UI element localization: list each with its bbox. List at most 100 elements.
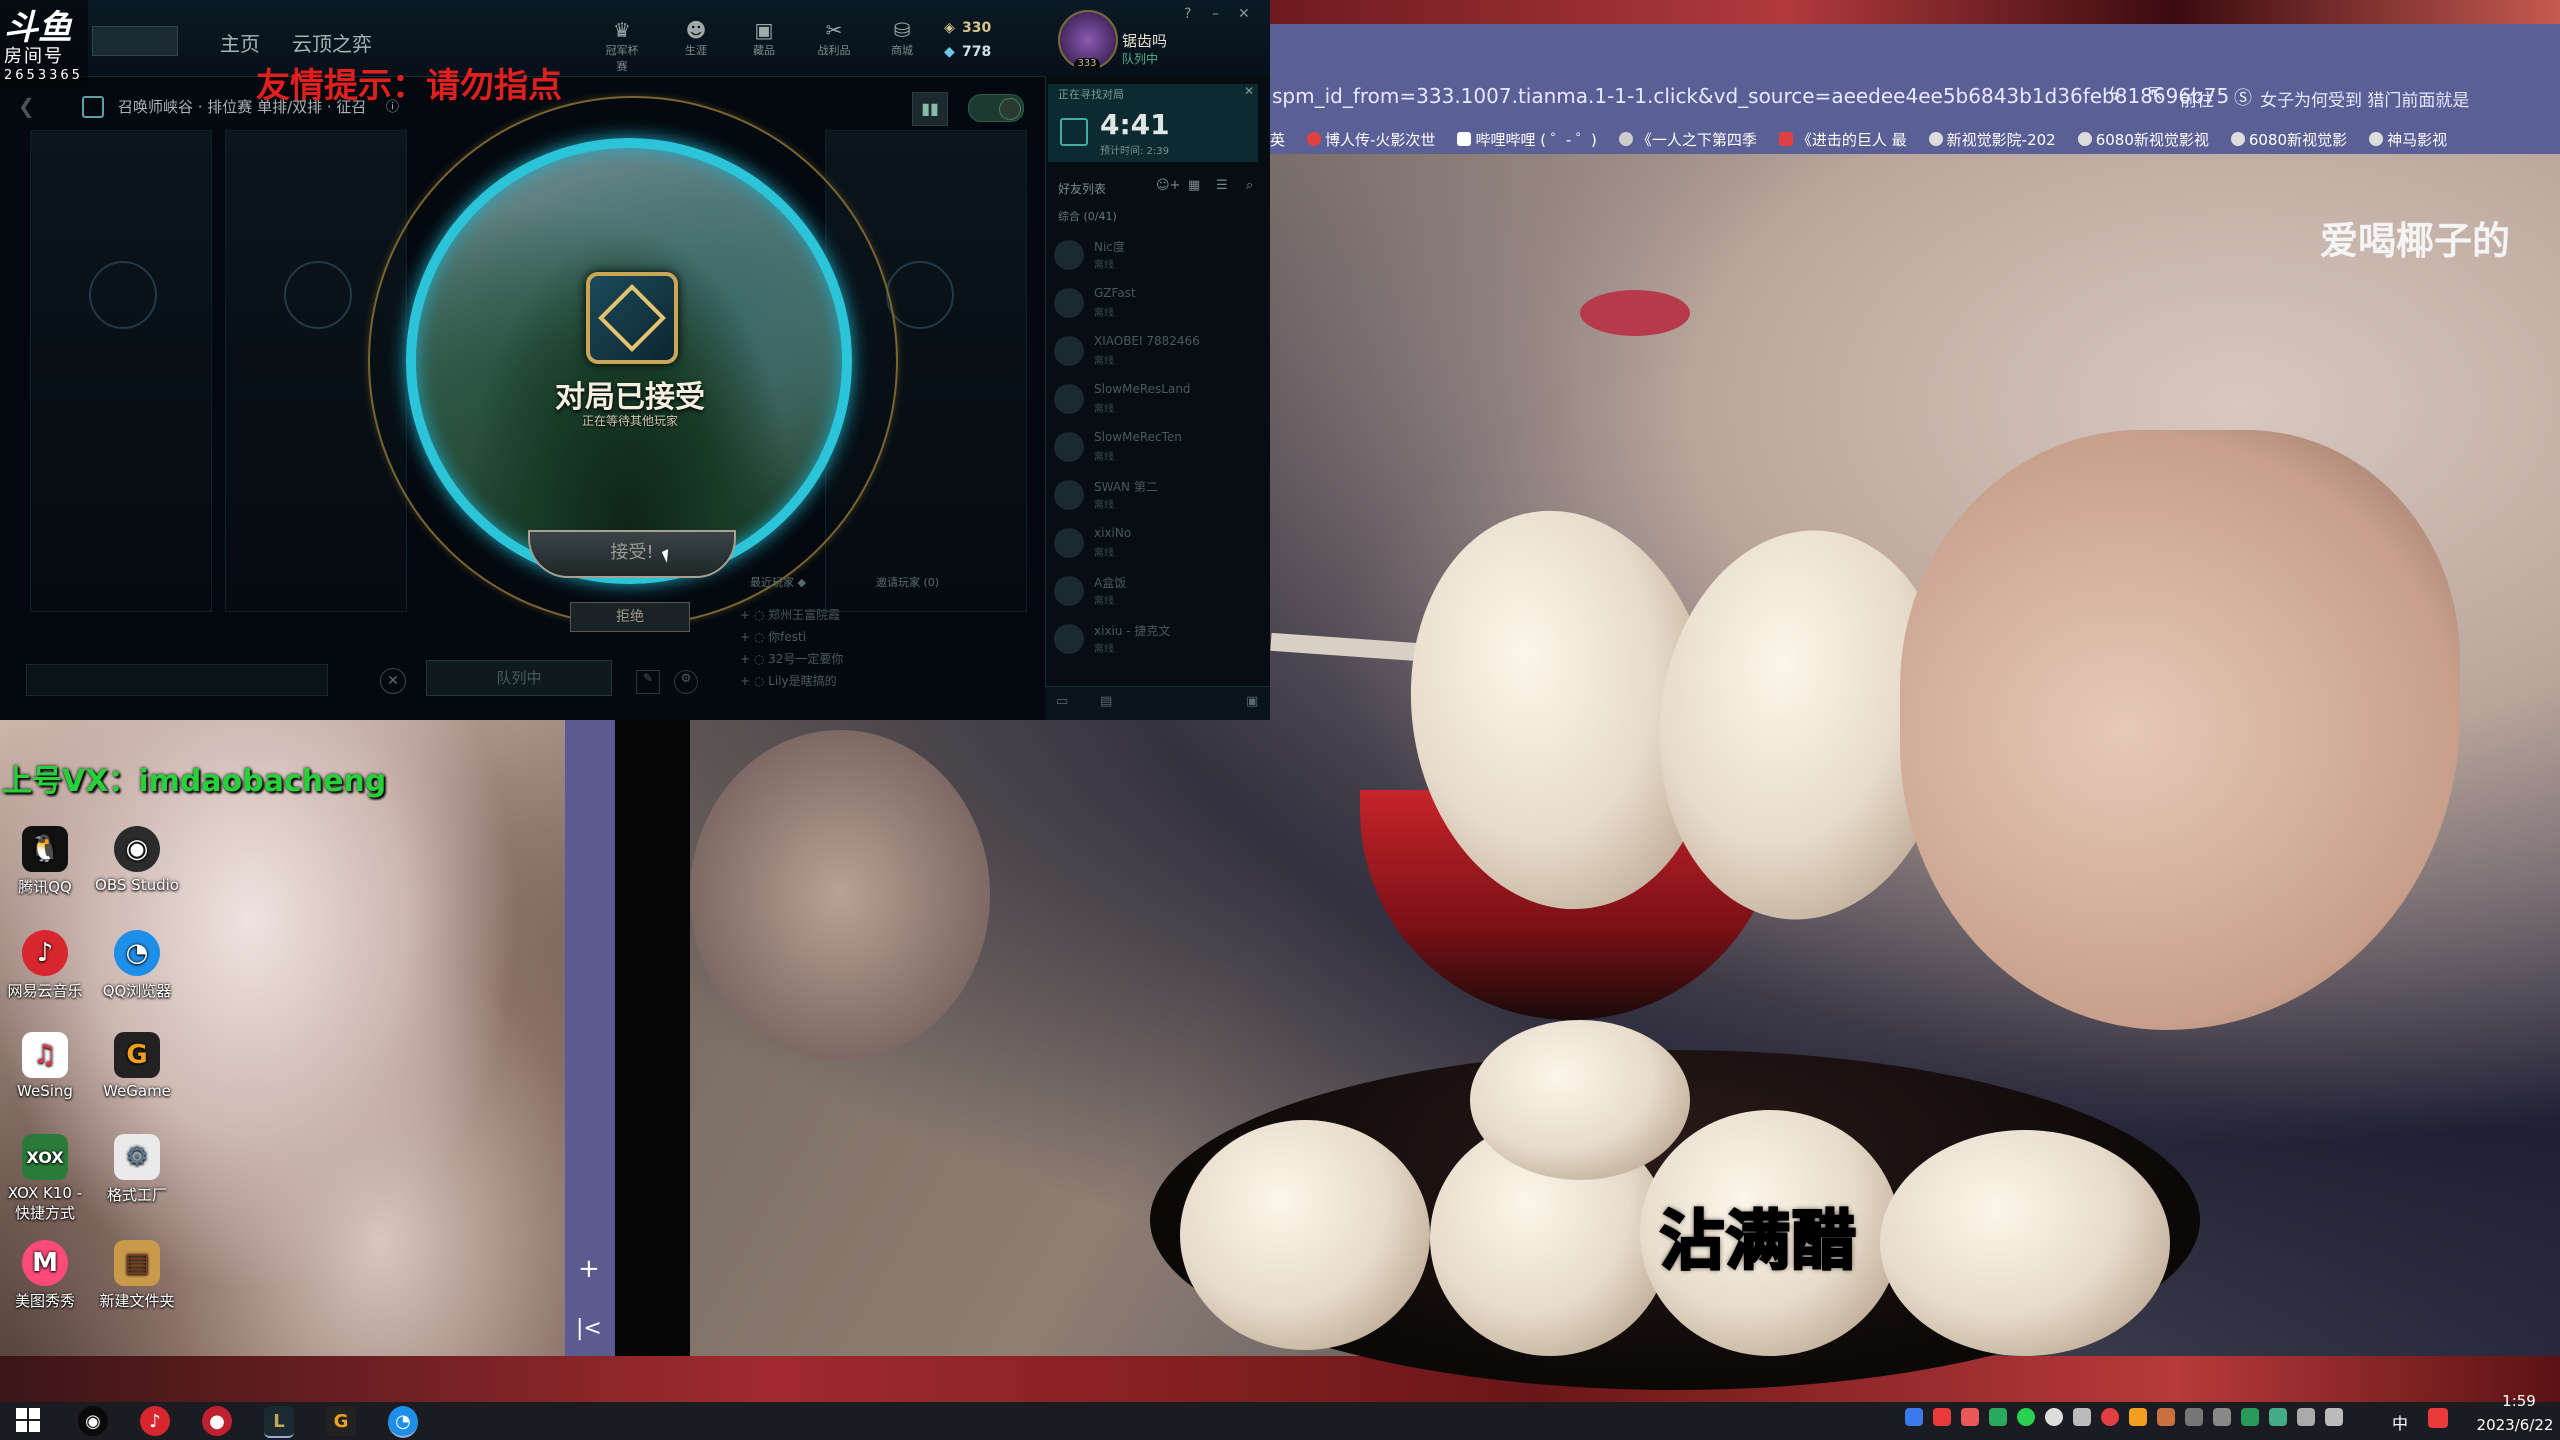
- friend-item[interactable]: A盒饭 离线: [1054, 570, 1254, 614]
- desktop-icon-obs[interactable]: ◉ OBS Studio: [92, 826, 182, 894]
- queue-button[interactable]: 队列中: [426, 660, 612, 696]
- clock-date[interactable]: 2023/6/22: [2470, 1416, 2560, 1434]
- netease-taskbar-icon[interactable]: ♪: [140, 1406, 170, 1436]
- mission-icon[interactable]: ▤: [1100, 694, 1112, 709]
- nav-store[interactable]: ⛁ 商城: [882, 18, 922, 58]
- sogou-input-icon[interactable]: [2428, 1408, 2448, 1428]
- wechat-icon[interactable]: [1989, 1408, 2007, 1426]
- netease-tray-icon[interactable]: [2101, 1408, 2119, 1426]
- friend-item[interactable]: SlowMeResLand 离线: [1054, 378, 1254, 422]
- desktop-icon-xox[interactable]: XOX XOX K10 - 快捷方式: [0, 1134, 90, 1223]
- search-suggestion[interactable]: 女子为何受到 猎门前面就是: [2260, 86, 2469, 111]
- bookmark-item[interactable]: 神马影视: [2369, 124, 2447, 154]
- desktop-icon-meitu[interactable]: M 美图秀秀: [0, 1240, 90, 1311]
- recent-player-item[interactable]: + ◌ Lily是瞎搞的: [740, 672, 837, 689]
- app-tray-icon[interactable]: [2269, 1408, 2287, 1426]
- bookmark-item[interactable]: 新视觉影院-202: [1928, 124, 2056, 154]
- forward-button[interactable]: 前往: [2180, 86, 2214, 111]
- play-button[interactable]: [92, 26, 178, 56]
- chat-icon[interactable]: ▭: [1056, 694, 1068, 709]
- close-icon[interactable]: ✕: [380, 668, 406, 694]
- app-tray-icon[interactable]: [1961, 1408, 1979, 1426]
- settings-icon[interactable]: ⚙: [674, 670, 698, 694]
- app-tray-icon[interactable]: [2241, 1408, 2259, 1426]
- desktop-icon-wesing[interactable]: ♫ WeSing: [0, 1032, 90, 1100]
- desktop-icon-wegame[interactable]: G WeGame: [92, 1032, 182, 1100]
- recent-player-item[interactable]: + ◌ 32号一定要你: [740, 650, 843, 667]
- green-circle-icon[interactable]: [2017, 1408, 2035, 1426]
- obs-taskbar-icon[interactable]: ◉: [78, 1406, 108, 1436]
- nav-home[interactable]: 主页: [220, 28, 260, 57]
- sogou-icon[interactable]: [1933, 1408, 1951, 1426]
- bookmark-item[interactable]: 6080新视觉影: [2230, 124, 2347, 154]
- friend-item[interactable]: xixiu - 捷克文 离线: [1054, 618, 1254, 662]
- edit-icon[interactable]: ✎: [636, 670, 660, 694]
- wegame-tray-icon[interactable]: [2129, 1408, 2147, 1426]
- close-icon[interactable]: ✕: [1238, 6, 1250, 22]
- settings-icon[interactable]: ▣: [1246, 694, 1258, 709]
- back-arrow-icon[interactable]: ❮: [18, 94, 35, 118]
- friend-item[interactable]: XIAOBEI 7882466 离线: [1054, 330, 1254, 374]
- ime-indicator[interactable]: 中: [2392, 1410, 2408, 1434]
- app-tray-icon[interactable]: [2157, 1408, 2175, 1426]
- cloud-icon[interactable]: [2213, 1408, 2231, 1426]
- add-button[interactable]: +: [578, 1254, 600, 1284]
- help-icon[interactable]: ?: [1184, 6, 1191, 22]
- collapse-icon[interactable]: |<: [576, 1316, 602, 1341]
- desktop-icon-netease-music[interactable]: ♪ 网易云音乐: [0, 930, 90, 1001]
- decline-button[interactable]: 拒绝: [570, 602, 690, 632]
- minimize-icon[interactable]: –: [1212, 6, 1219, 22]
- desktop-icon-qq-browser[interactable]: ◔ QQ浏览器: [92, 930, 182, 1001]
- search-icon[interactable]: ⌕: [1246, 178, 1253, 193]
- chat-input[interactable]: [26, 664, 328, 696]
- close-icon[interactable]: ✕: [1244, 84, 1254, 98]
- nav-clash[interactable]: ♛ 冠军杯赛: [602, 18, 642, 74]
- recent-player-item[interactable]: + ◌ 郑州王富院霞: [740, 606, 840, 623]
- friend-item[interactable]: GZFast 离线: [1054, 282, 1254, 326]
- friend-item[interactable]: SWAN 第二 离线: [1054, 474, 1254, 518]
- volume-icon[interactable]: [2325, 1408, 2343, 1426]
- nav-tft[interactable]: 云顶之弈: [292, 28, 372, 57]
- microphone-icon[interactable]: [2073, 1408, 2091, 1426]
- nav-collection[interactable]: ▣ 藏品: [744, 18, 784, 58]
- bookmark-item[interactable]: 博人传-火影次世: [1307, 124, 1435, 154]
- friend-item[interactable]: SlowMeRecTen 离线: [1054, 426, 1254, 470]
- list-icon[interactable]: ☰: [1216, 178, 1228, 193]
- shield-icon[interactable]: [1905, 1408, 1923, 1426]
- stats-icon[interactable]: ▮▮: [912, 92, 948, 126]
- address-bar[interactable]: spm_id_from=333.1007.tianma.1-1-1.click&…: [1272, 84, 2229, 110]
- desktop-icon-new-folder[interactable]: ▤ 新建文件夹: [92, 1240, 182, 1311]
- desktop-icon-qq[interactable]: 🐧 腾讯QQ: [0, 826, 90, 897]
- obs-tray-icon[interactable]: [2045, 1408, 2063, 1426]
- friends-group[interactable]: 综合 (0/41): [1058, 208, 1117, 224]
- friend-item[interactable]: xixiNo 离线: [1054, 522, 1254, 566]
- desktop-icon-format-factory[interactable]: ⚙ 格式工厂: [92, 1134, 182, 1205]
- app-taskbar-icon[interactable]: ●: [202, 1406, 232, 1436]
- lightning-icon[interactable]: ϟ: [2108, 84, 2120, 105]
- wegame-taskbar-icon[interactable]: G: [326, 1406, 356, 1436]
- lol-taskbar-icon[interactable]: L: [264, 1406, 294, 1438]
- bookmark-item[interactable]: 哔哩哔哩 ( ゜- ゜): [1457, 124, 1597, 154]
- windows-start-icon[interactable]: [16, 1408, 40, 1432]
- recent-players-header[interactable]: 最近玩家 ◆: [750, 574, 806, 590]
- qq-browser-taskbar-icon[interactable]: ◔: [388, 1406, 418, 1438]
- nav-loot[interactable]: ✂ 战利品: [814, 18, 854, 58]
- search-engine-icon[interactable]: Ⓢ: [2234, 84, 2252, 110]
- currency-rp[interactable]: 330: [962, 20, 991, 36]
- clock-time[interactable]: 1:59: [2484, 1392, 2554, 1410]
- network-icon[interactable]: [2185, 1408, 2203, 1426]
- nav-profile[interactable]: ☻ 生涯: [676, 18, 716, 58]
- share-icon[interactable]: ⇱: [2148, 84, 2163, 105]
- folder-icon[interactable]: ▦: [1188, 178, 1200, 193]
- recent-player-item[interactable]: + ◌ 你festi: [740, 628, 806, 645]
- bookmark-item[interactable]: 6080新视觉影视: [2077, 124, 2209, 154]
- bookmark-item[interactable]: 英: [1270, 124, 1285, 154]
- bookmark-item[interactable]: 《进击的巨人 最: [1778, 124, 1907, 154]
- accept-button[interactable]: 接受!: [528, 530, 736, 578]
- monitor-icon[interactable]: [2297, 1408, 2315, 1426]
- bookmark-item[interactable]: 《一人之下第四季: [1618, 124, 1757, 154]
- friend-item[interactable]: Nic度 离线: [1054, 234, 1254, 278]
- add-friend-icon[interactable]: ☺+: [1156, 178, 1180, 193]
- invite-players-header[interactable]: 邀请玩家 (0): [876, 574, 939, 590]
- currency-be[interactable]: 778: [962, 44, 991, 60]
